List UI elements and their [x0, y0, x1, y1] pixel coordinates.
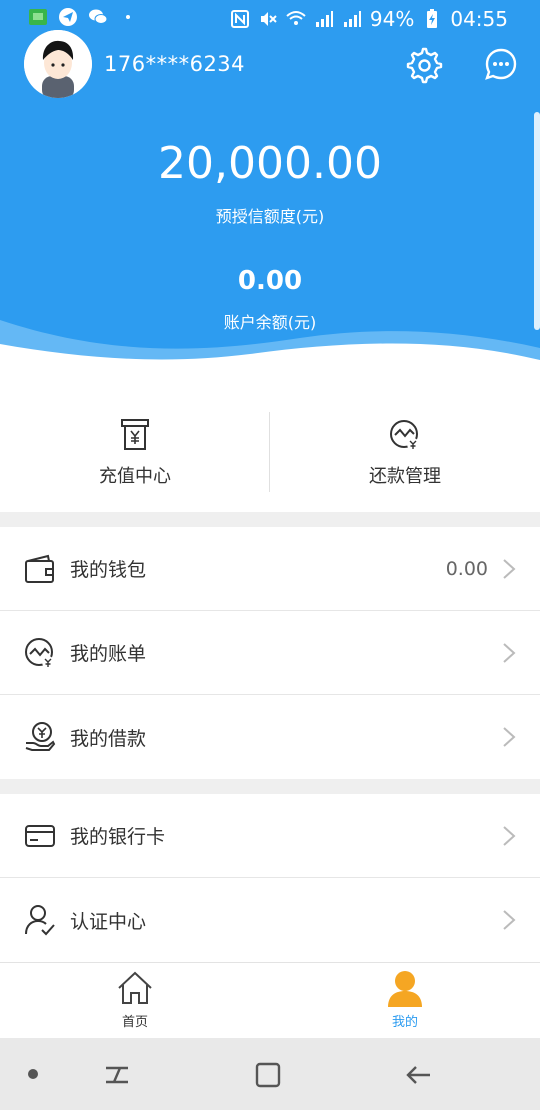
app-green-icon: [29, 9, 47, 25]
clock: 04:55: [450, 7, 508, 31]
bank-card-icon: [25, 824, 55, 847]
chevron-right-icon: [503, 642, 516, 663]
chevron-right-icon: [503, 727, 516, 747]
bank-card-label: 我的银行卡: [70, 826, 166, 848]
list-item-bank-card[interactable]: 我的银行卡: [0, 794, 540, 878]
back-arrow-icon[interactable]: [402, 1058, 436, 1092]
repayment-management-button[interactable]: 还款管理: [270, 390, 540, 512]
credit-label: 预授信额度(元): [215, 207, 325, 226]
recharge-icon: [121, 419, 149, 450]
list-item-verification-center[interactable]: 认证中心: [0, 878, 540, 962]
credit-amount: 20,000.00: [158, 138, 382, 189]
system-navigation-bar: [0, 1038, 540, 1110]
recent-apps-icon[interactable]: [100, 1058, 134, 1092]
wechat-icon: [89, 9, 108, 24]
tab-home[interactable]: 首页: [0, 963, 270, 1038]
dot-icon: [126, 15, 130, 19]
bill-label: 我的账单: [70, 643, 147, 665]
wallet-label: 我的钱包: [70, 559, 147, 581]
home-icon: [118, 971, 152, 1004]
repayment-management-label: 还款管理: [369, 466, 441, 487]
user-phone: 176****6234: [104, 52, 246, 76]
balance-label: 账户余额(元): [223, 313, 317, 332]
bottom-tab-bar: 首页 我的: [0, 962, 540, 1038]
recharge-center-button[interactable]: 充值中心: [0, 390, 270, 512]
wallet-balance: 0.00: [445, 557, 488, 580]
mute-icon: [260, 12, 277, 26]
recharge-center-label: 充值中心: [99, 466, 171, 487]
account-header: 94% 04:55 176****6234 20,000.00 预授信额度(元)…: [0, 0, 540, 390]
menu-group-finance: 我的钱包 0.00 我的账单 我的借款: [0, 527, 540, 779]
chevron-right-icon: [503, 825, 516, 846]
gear-icon[interactable]: [403, 44, 443, 84]
loan-label: 我的借款: [70, 727, 147, 750]
home-button-icon[interactable]: [251, 1058, 285, 1092]
tab-mine-label: 我的: [391, 1015, 418, 1030]
wifi-icon: [286, 11, 306, 25]
chevron-right-icon: [503, 910, 516, 930]
list-item-wallet[interactable]: 我的钱包 0.00: [0, 527, 540, 611]
screen: 94% 04:55 176****6234 20,000.00 预授信额度(元)…: [0, 0, 540, 1110]
profile[interactable]: 176****6234: [24, 30, 245, 98]
balance-amount: 0.00: [237, 266, 303, 296]
tab-mine[interactable]: 我的: [270, 963, 540, 1038]
avatar-image: [24, 30, 92, 98]
menu-group-account: 我的银行卡 认证中心: [0, 794, 540, 962]
battery-level: 94%: [369, 7, 415, 31]
verified-user-icon: [25, 905, 55, 936]
4g-signal-icon: [315, 11, 333, 27]
list-item-loan[interactable]: 我的借款: [0, 695, 540, 779]
chevron-right-icon: [503, 558, 516, 579]
nav-dot-icon[interactable]: [28, 1069, 38, 1079]
scroll-indicator[interactable]: [534, 112, 540, 330]
loan-icon: [25, 722, 56, 751]
avatar[interactable]: [24, 30, 92, 98]
chat-bubble-icon[interactable]: [481, 44, 521, 84]
tab-home-label: 首页: [121, 1015, 148, 1030]
repayment-icon: [390, 420, 419, 450]
telegram-icon: [59, 8, 77, 26]
nfc-icon: [230, 10, 249, 28]
bill-icon: [25, 637, 54, 668]
verification-center-label: 认证中心: [70, 910, 147, 933]
battery-charging-icon: [427, 9, 438, 28]
list-item-bill[interactable]: 我的账单: [0, 611, 540, 695]
wallet-icon: [25, 554, 54, 583]
2g-signal-icon: [343, 11, 361, 27]
quick-actions: 充值中心 还款管理: [0, 390, 540, 512]
user-icon: [388, 971, 422, 1007]
divider: [269, 412, 270, 492]
